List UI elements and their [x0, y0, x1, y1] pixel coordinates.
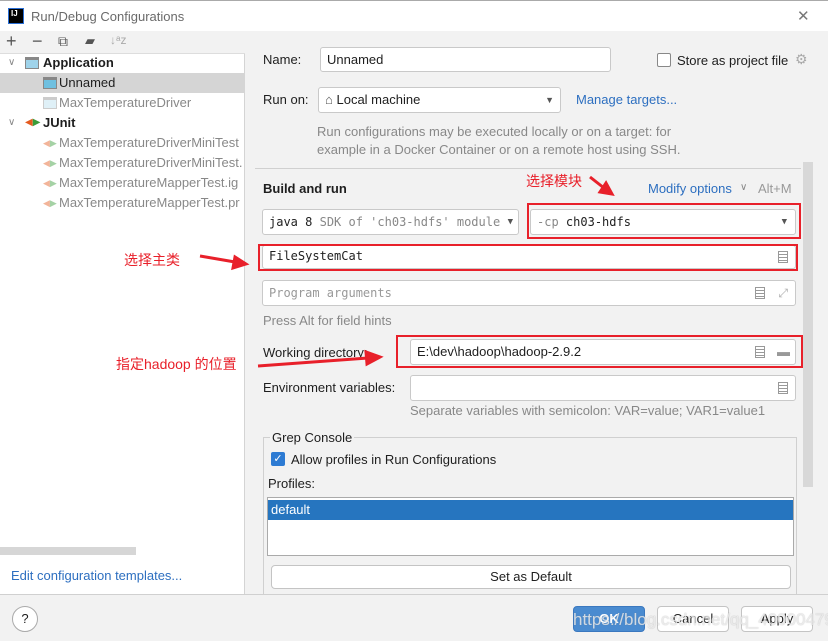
- annotation-arrows: [199, 175, 615, 368]
- arrow-main-class: [199, 254, 236, 264]
- arrow-head: [364, 349, 384, 367]
- arrow-hadoop: [257, 356, 369, 368]
- arrow-module: [589, 175, 605, 190]
- arrow-head: [231, 254, 250, 271]
